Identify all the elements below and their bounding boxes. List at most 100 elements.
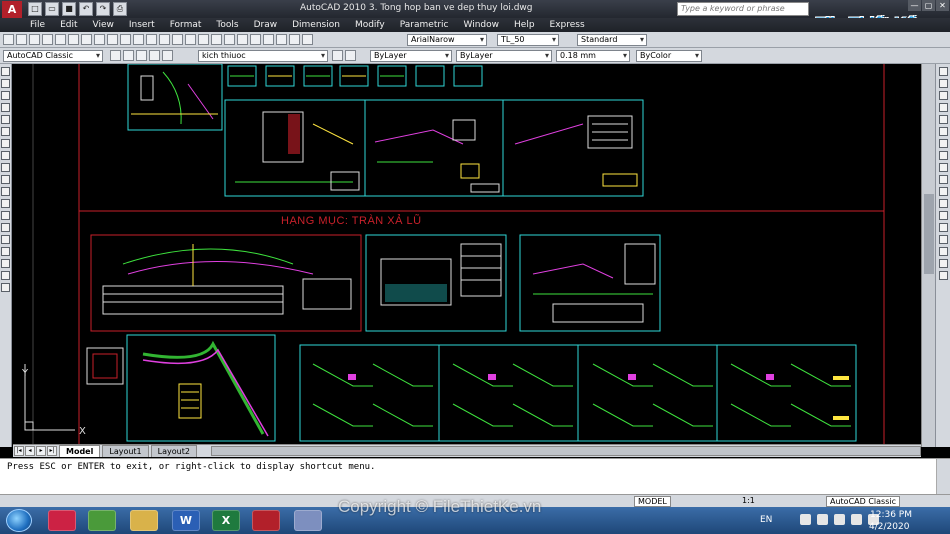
menu-format[interactable]: Format [170, 20, 202, 30]
lightbulb-icon[interactable] [123, 50, 134, 61]
arc-icon[interactable] [1, 127, 10, 136]
menu-file[interactable]: File [30, 20, 45, 30]
annotation-scale[interactable]: 1:1 [742, 496, 755, 505]
menu-help[interactable]: Help [514, 20, 535, 30]
tab-model[interactable]: Model [59, 445, 101, 457]
cut-icon[interactable] [81, 34, 92, 45]
menu-window[interactable]: Window [464, 20, 500, 30]
array-icon[interactable] [938, 115, 948, 124]
open-icon[interactable] [16, 34, 27, 45]
menu-draw[interactable]: Draw [254, 20, 278, 30]
rotate-icon[interactable] [938, 139, 948, 148]
autocad-logo-icon[interactable]: A [2, 1, 22, 18]
layer-previous-icon[interactable] [345, 50, 356, 61]
properties-palette-icon[interactable] [938, 271, 948, 280]
new-icon[interactable] [3, 34, 14, 45]
layer-manager-icon[interactable] [110, 50, 121, 61]
last-tab-icon[interactable]: ▸| [47, 446, 57, 456]
circle-icon[interactable] [1, 139, 10, 148]
table-style-select[interactable]: Standard [577, 34, 647, 46]
preview-icon[interactable] [55, 34, 66, 45]
menu-tools[interactable]: Tools [216, 20, 238, 30]
ellipse-arc-icon[interactable] [1, 187, 10, 196]
prev-tab-icon[interactable]: ◂ [25, 446, 35, 456]
language-indicator[interactable]: EN [760, 515, 772, 525]
spline-icon[interactable] [1, 163, 10, 172]
linetype-select[interactable]: ByLayer [456, 50, 552, 62]
autocad-alt-icon[interactable] [48, 510, 76, 531]
plot-icon[interactable]: ⎙ [113, 2, 127, 16]
color-select[interactable]: ByLayer [370, 50, 452, 62]
fillet-icon[interactable] [938, 235, 948, 244]
tab-layout2[interactable]: Layout2 [150, 445, 197, 457]
help-icon[interactable] [302, 34, 313, 45]
polyline-icon[interactable] [1, 91, 10, 100]
workspace-switch[interactable]: AutoCAD Classic [826, 496, 901, 507]
design-center-icon[interactable] [237, 34, 248, 45]
line-icon[interactable] [1, 67, 10, 76]
make-block-icon[interactable] [1, 211, 10, 220]
table-icon[interactable] [1, 271, 10, 280]
insert-block-icon[interactable] [1, 199, 10, 208]
properties-icon[interactable] [224, 34, 235, 45]
sun-icon[interactable] [136, 50, 147, 61]
quickcalc-icon[interactable] [289, 34, 300, 45]
menu-view[interactable]: View [93, 20, 114, 30]
horizontal-scrollbar[interactable] [210, 446, 921, 456]
drawing-area[interactable]: HẠNG MỤC: TRÀN XẢ LŨ Y X [13, 64, 921, 444]
mirror-icon[interactable] [938, 91, 948, 100]
explode-icon[interactable] [938, 247, 948, 256]
color-swatch-icon[interactable] [162, 50, 173, 61]
undo-icon[interactable] [146, 34, 157, 45]
hatch-icon[interactable] [1, 235, 10, 244]
text-style-select[interactable]: ArialNarow [407, 34, 487, 46]
pan-icon[interactable] [172, 34, 183, 45]
model-space-toggle[interactable]: MODEL [634, 496, 671, 507]
clock-time[interactable]: 12:36 PM [870, 510, 912, 520]
zoom-previous-icon[interactable] [211, 34, 222, 45]
construction-line-icon[interactable] [1, 79, 10, 88]
new-file-icon[interactable]: □ [28, 2, 42, 16]
workspace-select[interactable]: AutoCAD Classic [3, 50, 103, 62]
command-line[interactable]: Press ESC or ENTER to exit, or right-cli… [0, 458, 950, 495]
chamfer-icon[interactable] [938, 223, 948, 232]
word-icon[interactable]: W [172, 510, 200, 531]
open-file-icon[interactable]: ▭ [45, 2, 59, 16]
block-editor-icon[interactable] [133, 34, 144, 45]
markup-icon[interactable] [276, 34, 287, 45]
polygon-icon[interactable] [1, 103, 10, 112]
close-button[interactable]: ✕ [936, 0, 949, 11]
erase-icon[interactable] [938, 67, 948, 76]
redo-icon[interactable] [159, 34, 170, 45]
windows-start-icon[interactable] [6, 509, 32, 532]
zoom-window-icon[interactable] [198, 34, 209, 45]
menu-parametric[interactable]: Parametric [400, 20, 449, 30]
extend-icon[interactable] [938, 187, 948, 196]
menu-insert[interactable]: Insert [129, 20, 155, 30]
next-tab-icon[interactable]: ▸ [36, 446, 46, 456]
browser-icon[interactable] [88, 510, 116, 531]
revision-cloud-icon[interactable] [1, 151, 10, 160]
break-icon[interactable] [938, 199, 948, 208]
sheet-set-icon[interactable] [263, 34, 274, 45]
tray-network-icon[interactable] [800, 514, 811, 525]
lineweight-select[interactable]: 0.18 mm [556, 50, 630, 62]
paste-icon[interactable] [107, 34, 118, 45]
point-icon[interactable] [1, 223, 10, 232]
gradient-icon[interactable] [1, 247, 10, 256]
print-icon[interactable] [42, 34, 53, 45]
undo-icon[interactable]: ↶ [79, 2, 93, 16]
join-icon[interactable] [938, 211, 948, 220]
publish-icon[interactable] [68, 34, 79, 45]
match-properties-icon[interactable] [120, 34, 131, 45]
scroll-thumb[interactable] [924, 194, 934, 274]
copy-object-icon[interactable] [938, 79, 948, 88]
explorer-icon[interactable] [130, 510, 158, 531]
offset-icon[interactable] [938, 103, 948, 112]
menu-express[interactable]: Express [550, 20, 585, 30]
stretch-icon[interactable] [938, 163, 948, 172]
multiline-text-icon[interactable] [1, 283, 10, 292]
menu-modify[interactable]: Modify [355, 20, 385, 30]
maximize-button[interactable]: ▢ [922, 0, 935, 11]
excel-icon[interactable]: X [212, 510, 240, 531]
